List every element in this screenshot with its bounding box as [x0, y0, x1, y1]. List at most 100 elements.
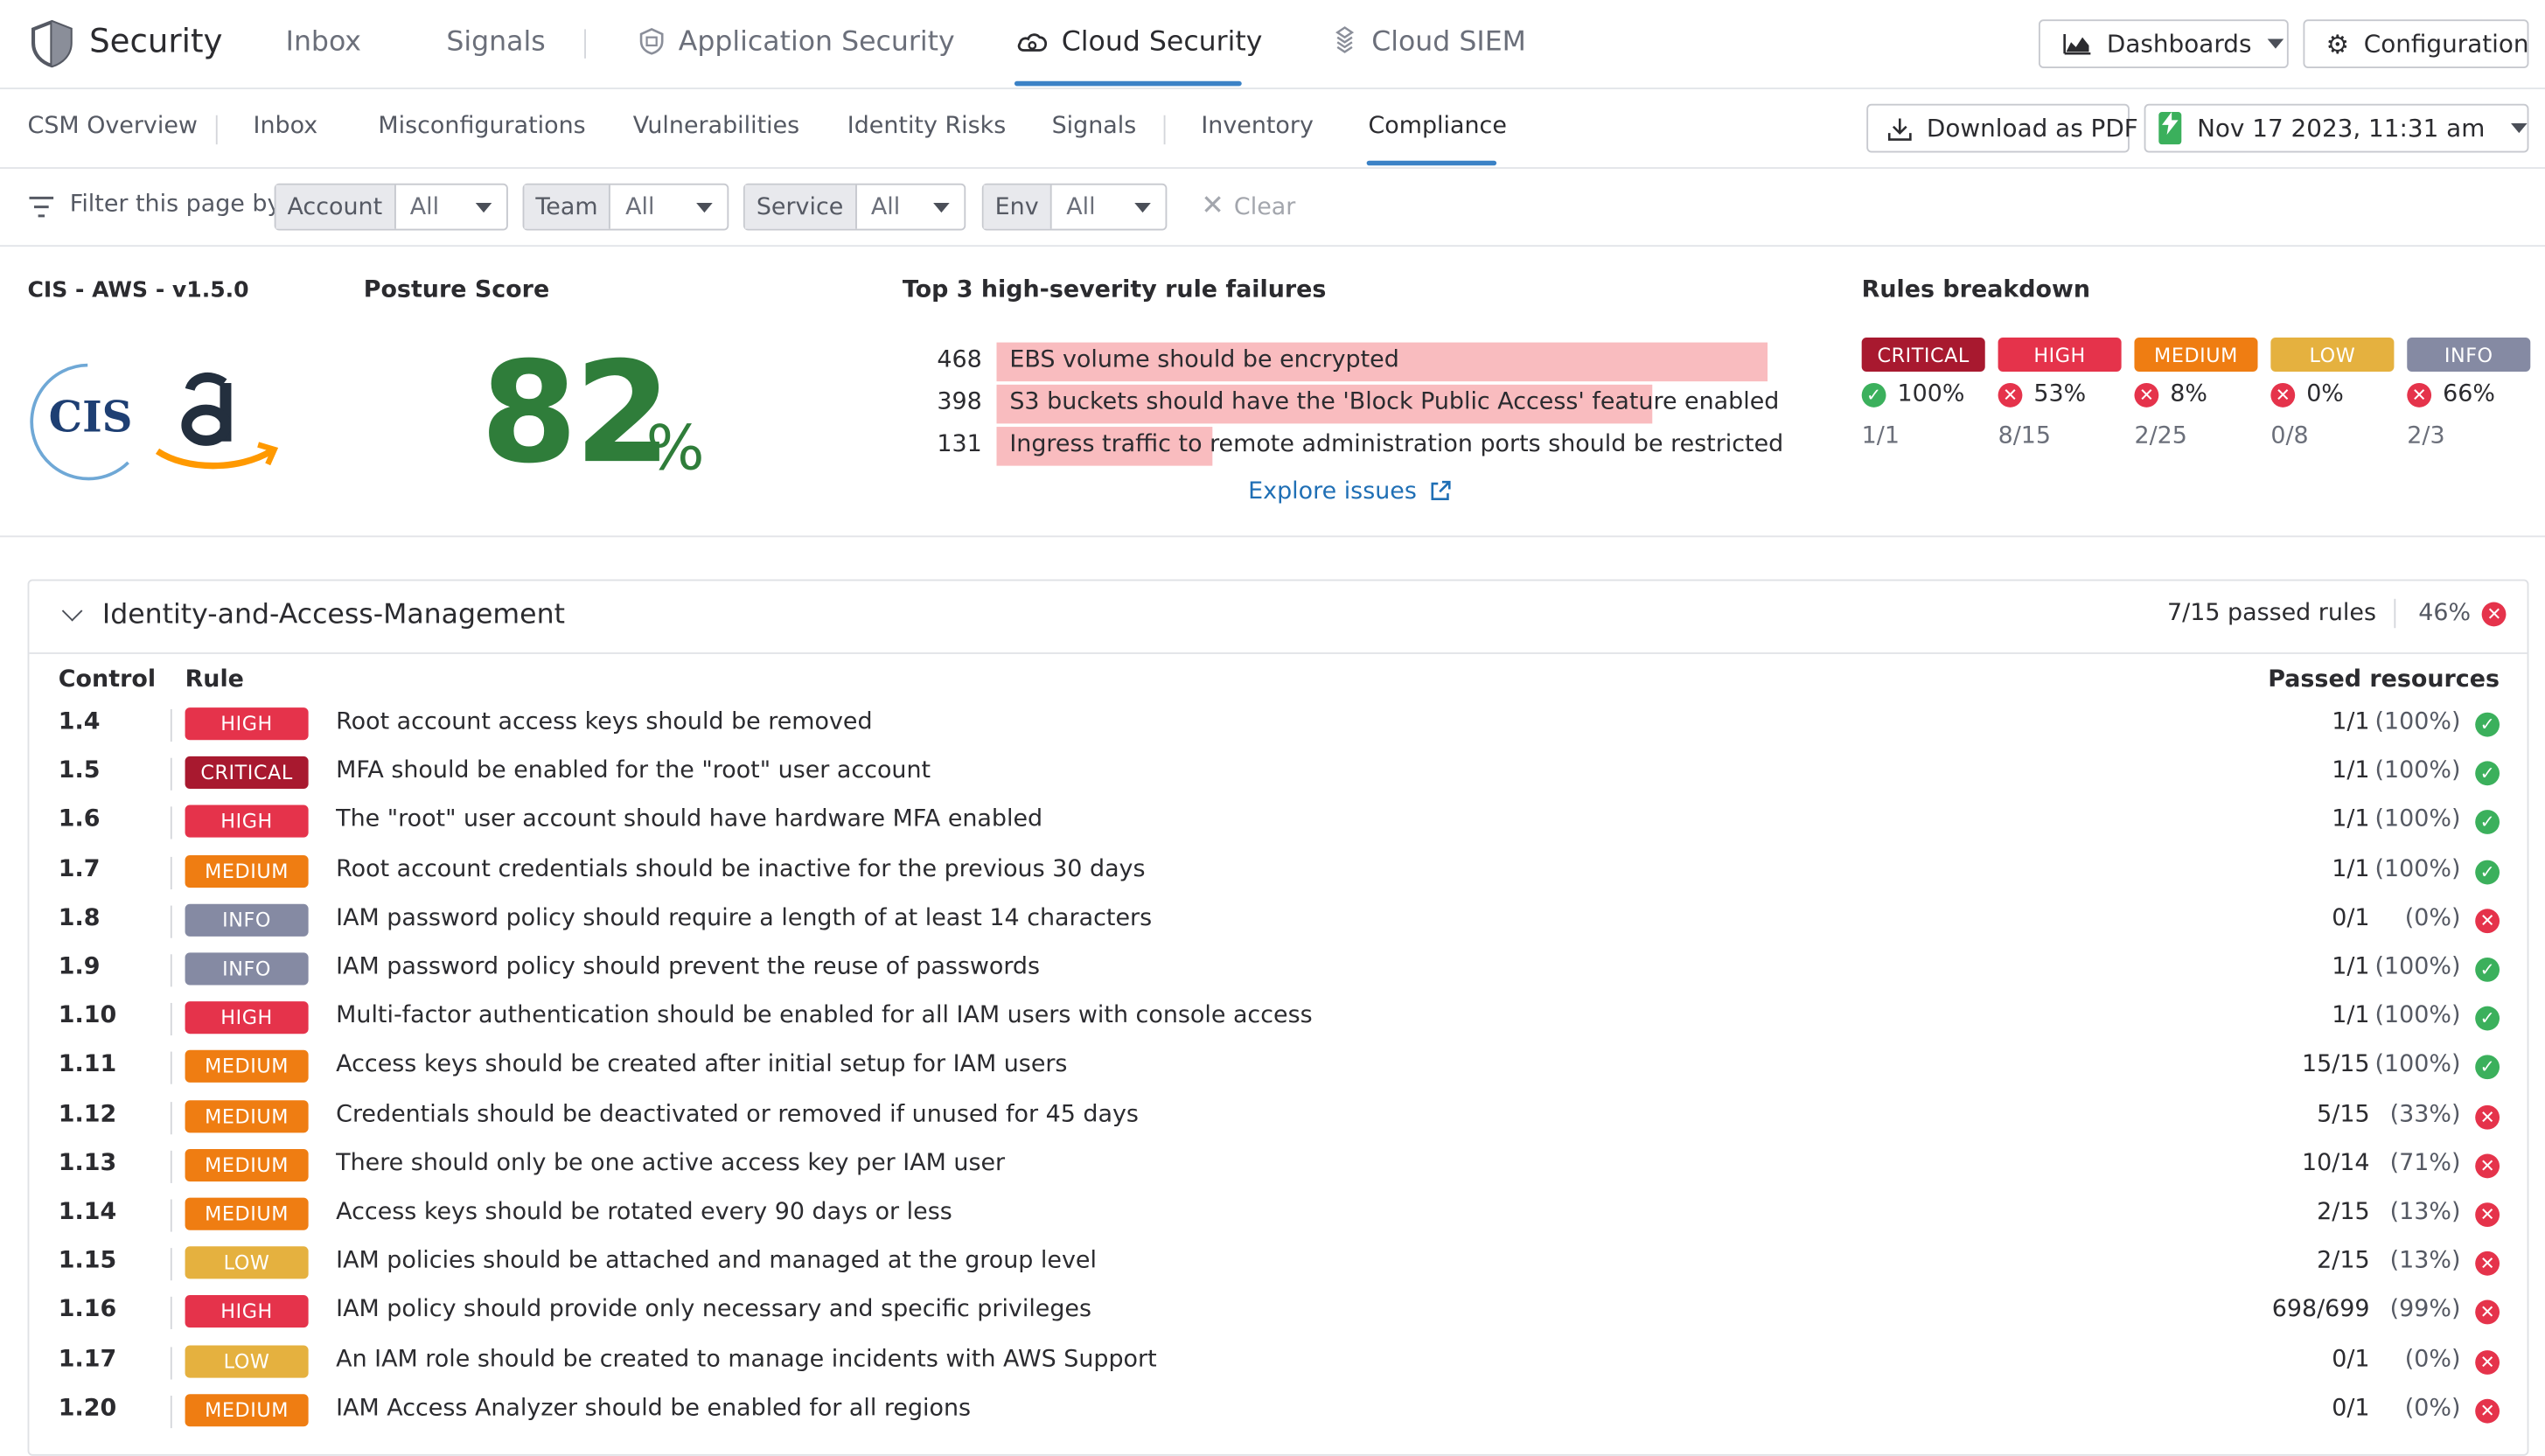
tab-application-security[interactable]: Application Security	[638, 25, 955, 59]
configuration-button[interactable]: ⚙ Configuration	[2303, 19, 2529, 68]
table-row[interactable]: 1.14 MEDIUM Access keys should be rotated …	[29, 1189, 2528, 1238]
pass-icon: ✓	[2475, 1055, 2500, 1080]
section-pass-rate: 46% ✕	[2418, 601, 2507, 626]
clear-filters-button[interactable]: ✕ Clear	[1201, 190, 1295, 222]
tab-inbox[interactable]: Inbox	[286, 26, 361, 59]
filter-env[interactable]: Env All	[981, 183, 1168, 231]
severity-badge-medium[interactable]: MEDIUM	[2134, 338, 2258, 372]
severity-badge-low[interactable]: LOW	[2270, 338, 2395, 372]
passed-percent: (0%)	[2404, 1395, 2461, 1422]
rule-name[interactable]: IAM Access Analyzer should be enabled fo…	[336, 1396, 971, 1422]
rule-name[interactable]: IAM policy should provide only necessary…	[336, 1298, 1091, 1324]
passed-percent: (13%)	[2389, 1248, 2461, 1275]
table-row[interactable]: 1.9 INFO IAM password policy should preven…	[29, 944, 2528, 993]
filter-env-key: Env	[983, 185, 1052, 229]
divider	[0, 87, 2545, 90]
table-row[interactable]: 1.5 CRITICAL MFA should be enabled for the…	[29, 749, 2528, 798]
dashboards-button[interactable]: Dashboards	[2038, 19, 2289, 68]
breakdown-fraction: 1/1	[1861, 423, 1900, 450]
rule-name[interactable]: IAM password policy should prevent the r…	[336, 954, 1040, 980]
severity-badge: INFO	[185, 952, 309, 986]
pass-icon: ✓	[1861, 382, 1886, 407]
failure-count: 131	[937, 431, 982, 458]
subtab-vulnerabilities[interactable]: Vulnerabilities	[633, 114, 799, 140]
passed-fraction: 1/1	[2332, 758, 2370, 784]
table-row[interactable]: 1.20 MEDIUM IAM Access Analyzer should be …	[29, 1386, 2528, 1435]
table-row[interactable]: 1.11 MEDIUM Access keys should be created …	[29, 1042, 2528, 1091]
dashboards-label: Dashboards	[2106, 29, 2252, 59]
tab-signals[interactable]: Signals	[446, 26, 545, 59]
rule-name[interactable]: Root account credentials should be inact…	[336, 856, 1145, 882]
rule-name[interactable]: Root account access keys should be remov…	[336, 709, 872, 735]
table-row[interactable]: 1.7 MEDIUM Root account credentials should…	[29, 846, 2528, 895]
table-row[interactable]: 1.6 HIGH The "root" user account should ha…	[29, 798, 2528, 846]
rule-name[interactable]: Multi-factor authentication should be en…	[336, 1003, 1312, 1029]
section-header-toggle[interactable]: Identity-and-Access-Management	[61, 598, 565, 631]
app-security-icon	[639, 27, 664, 55]
column-header-rule[interactable]: Rule	[185, 667, 244, 693]
passed-percent: (100%)	[2374, 1003, 2461, 1029]
section-title: Identity-and-Access-Management	[101, 598, 565, 631]
fail-icon: ✕	[2475, 908, 2500, 933]
severity-badge-critical[interactable]: CRITICAL	[1861, 338, 1985, 372]
table-row[interactable]: 1.15 LOW IAM policies should be attached a…	[29, 1238, 2528, 1287]
rule-name[interactable]: IAM policies should be attached and mana…	[336, 1249, 1097, 1275]
failure-text: EBS volume should be encrypted	[1009, 347, 1399, 373]
table-row[interactable]: 1.10 HIGH Multi-factor authentication shou…	[29, 993, 2528, 1042]
filter-service[interactable]: Service All	[743, 183, 966, 231]
rule-name[interactable]: An IAM role should be created to manage …	[336, 1347, 1156, 1373]
explore-issues-link[interactable]: Explore issues	[1248, 478, 1452, 505]
breakdown-fraction: 8/15	[1998, 423, 2052, 450]
posture-score-label: Posture Score	[363, 277, 550, 304]
subtab-inbox[interactable]: Inbox	[254, 114, 318, 140]
severity-badge: MEDIUM	[185, 1148, 309, 1181]
severity-badge: HIGH	[185, 805, 309, 839]
subtab-misconfigurations[interactable]: Misconfigurations	[378, 114, 585, 140]
table-row[interactable]: 1.13 MEDIUM There should only be one activ…	[29, 1140, 2528, 1189]
passed-fraction: 5/15	[2317, 1101, 2370, 1128]
subtab-compliance[interactable]: Compliance	[1368, 114, 1506, 140]
subtab-identity-risks[interactable]: Identity Risks	[847, 114, 1006, 140]
download-pdf-button[interactable]: Download as PDF	[1866, 103, 2138, 153]
divider	[0, 245, 2545, 247]
table-row[interactable]: 1.4 HIGH Root account access keys should b…	[29, 700, 2528, 749]
column-header-control[interactable]: Control	[59, 667, 156, 693]
app-title[interactable]: Security	[89, 21, 222, 60]
tab-cloud-security[interactable]: Cloud Security	[1016, 26, 1262, 59]
filter-account[interactable]: Account All	[274, 183, 508, 231]
subtab-csm-overview[interactable]: CSM Overview	[28, 114, 198, 140]
rule-name[interactable]: Access keys should be created after init…	[336, 1052, 1067, 1078]
severity-badge-high[interactable]: HIGH	[1998, 338, 2122, 372]
table-row[interactable]: 1.16 HIGH IAM policy should provide only n…	[29, 1287, 2528, 1336]
fail-icon: ✕	[2475, 1153, 2500, 1178]
rule-name[interactable]: Access keys should be rotated every 90 d…	[336, 1199, 952, 1225]
breakdown-pass-rate: ✕ 66%	[2407, 381, 2495, 408]
external-link-icon	[1432, 480, 1452, 500]
rule-name[interactable]: There should only be one active access k…	[336, 1150, 1005, 1176]
severity-badge: HIGH	[185, 1295, 309, 1328]
gear-icon: ⚙	[2325, 28, 2350, 59]
table-row[interactable]: 1.17 LOW An IAM role should be created to …	[29, 1336, 2528, 1385]
time-picker[interactable]: Nov 17 2023, 11:31 am	[2144, 103, 2529, 153]
passed-percent: (33%)	[2389, 1101, 2461, 1128]
subtab-signals[interactable]: Signals	[1052, 114, 1137, 140]
tab-cloud-siem[interactable]: Cloud SIEM	[1331, 26, 1526, 59]
filter-team[interactable]: Team All	[522, 183, 729, 231]
fail-icon: ✕	[2475, 1251, 2500, 1277]
control-id: 1.20	[58, 1395, 117, 1422]
table-row[interactable]: 1.12 MEDIUM Credentials should be deactiva…	[29, 1091, 2528, 1140]
passed-fraction: 2/15	[2317, 1248, 2370, 1275]
rule-name[interactable]: The "root" user account should have hard…	[336, 807, 1042, 833]
table-row[interactable]: 1.8 INFO IAM password policy should requir…	[29, 895, 2528, 944]
rule-name[interactable]: Credentials should be deactivated or rem…	[336, 1101, 1139, 1127]
pass-icon: ✓	[2475, 712, 2500, 737]
tab-application-security-label: Application Security	[678, 25, 955, 59]
subtab-inventory[interactable]: Inventory	[1201, 114, 1314, 140]
breakdown-pct: 0%	[2306, 381, 2344, 408]
severity-badge-info[interactable]: INFO	[2407, 338, 2531, 372]
severity-badge: LOW	[185, 1344, 309, 1377]
column-header-passed-resources[interactable]: Passed resources	[2268, 667, 2500, 693]
rule-name[interactable]: IAM password policy should require a len…	[336, 905, 1152, 931]
security-shield-icon[interactable]	[29, 19, 74, 68]
rule-name[interactable]: MFA should be enabled for the "root" use…	[336, 758, 931, 784]
